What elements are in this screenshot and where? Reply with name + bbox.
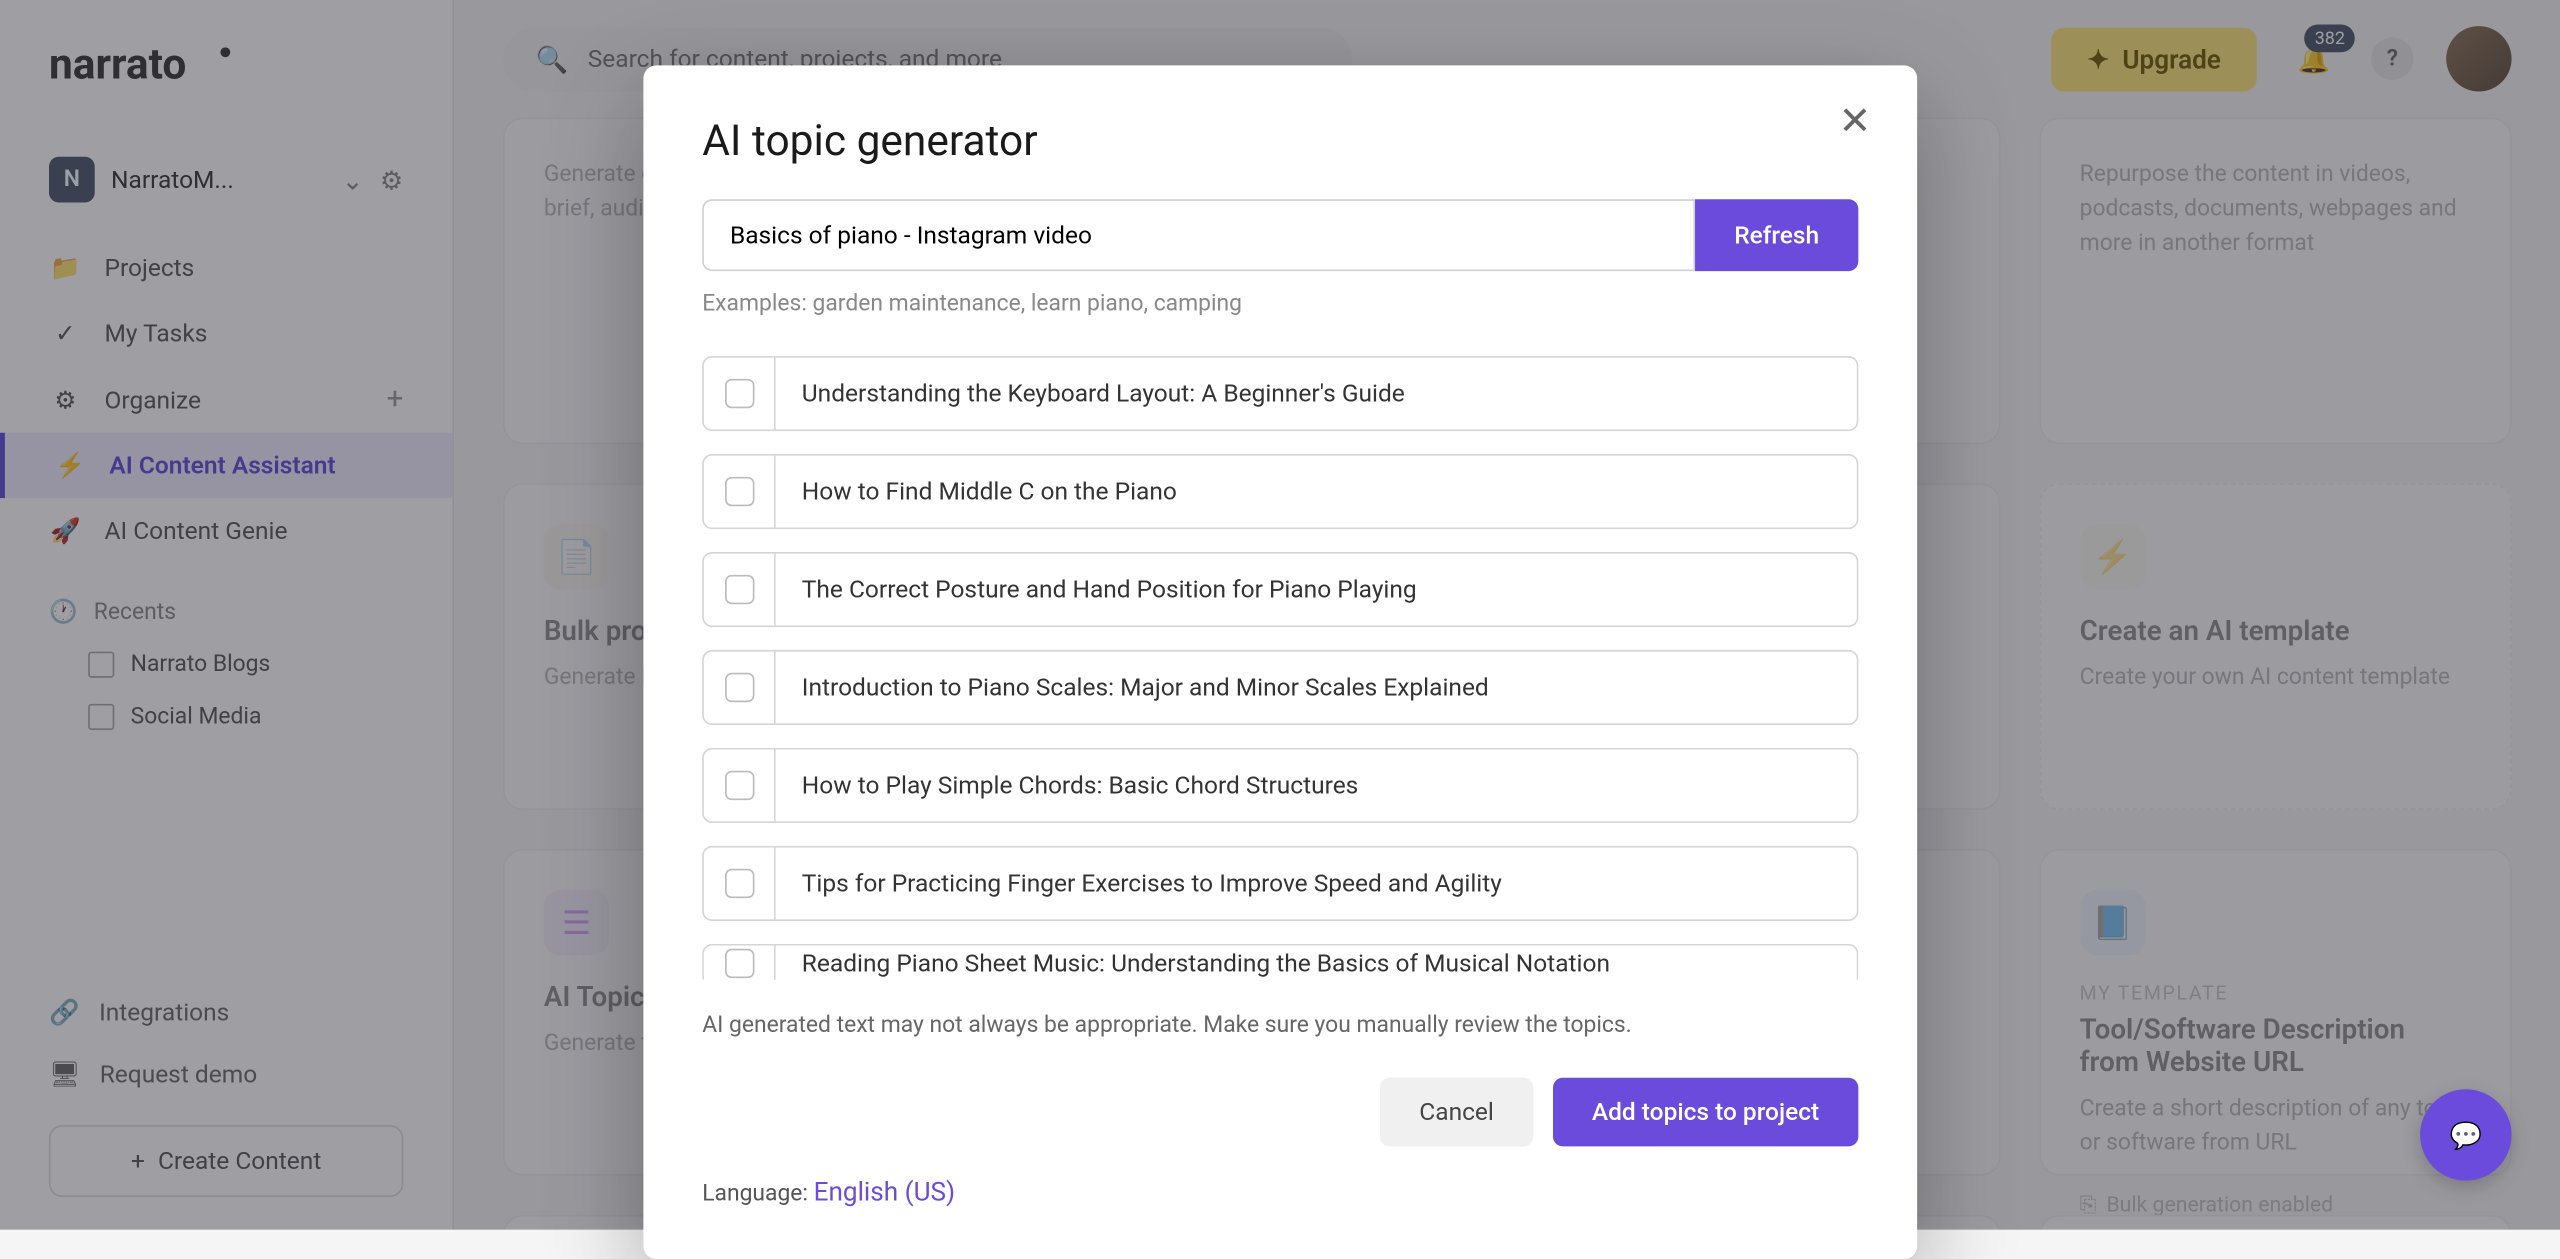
topic-checkbox-wrap	[704, 848, 776, 920]
disclaimer-text: AI generated text may not always be appr…	[702, 1012, 1858, 1038]
language-selector[interactable]: English (US)	[814, 1176, 956, 1207]
topic-text-input[interactable]	[776, 944, 1857, 980]
topic-text-input[interactable]	[776, 359, 1857, 428]
language-label: Language:	[702, 1181, 813, 1207]
topic-checkbox-wrap	[704, 750, 776, 822]
topic-item	[702, 356, 1858, 431]
topic-checkbox[interactable]	[724, 575, 753, 604]
topic-checkbox-wrap	[704, 358, 776, 430]
topic-checkbox-wrap	[704, 652, 776, 724]
topic-checkbox-wrap	[704, 456, 776, 528]
topic-text-input[interactable]	[776, 849, 1857, 918]
topic-item	[702, 552, 1858, 627]
ai-topic-generator-modal: ✕ AI topic generator Refresh Examples: g…	[643, 65, 1917, 1259]
topic-item	[702, 846, 1858, 921]
modal-footer: Cancel Add topics to project	[702, 1078, 1858, 1147]
topic-input[interactable]	[702, 199, 1695, 271]
topic-text-input[interactable]	[776, 653, 1857, 722]
topic-item	[702, 748, 1858, 823]
modal-overlay: ✕ AI topic generator Refresh Examples: g…	[0, 0, 2560, 1230]
topic-checkbox[interactable]	[724, 869, 753, 898]
topic-checkbox-wrap	[704, 944, 776, 980]
topic-checkbox[interactable]	[724, 477, 753, 506]
topic-checkbox-wrap	[704, 554, 776, 626]
topic-text-input[interactable]	[776, 457, 1857, 526]
add-topics-button[interactable]: Add topics to project	[1553, 1078, 1859, 1147]
topic-checkbox[interactable]	[724, 673, 753, 702]
topic-list	[702, 356, 1858, 980]
close-icon: ✕	[1839, 98, 1872, 144]
topic-item	[702, 944, 1858, 980]
chat-fab[interactable]: 💬	[2420, 1089, 2511, 1180]
topic-text-input[interactable]	[776, 751, 1857, 820]
refresh-button[interactable]: Refresh	[1695, 199, 1858, 271]
topic-item	[702, 650, 1858, 725]
topic-checkbox[interactable]	[724, 379, 753, 408]
topic-checkbox[interactable]	[724, 771, 753, 800]
modal-title: AI topic generator	[702, 118, 1858, 167]
examples-text: Examples: garden maintenance, learn pian…	[702, 291, 1858, 317]
topic-checkbox[interactable]	[724, 948, 753, 977]
close-button[interactable]: ✕	[1832, 98, 1878, 144]
topic-text-input[interactable]	[776, 555, 1857, 624]
chat-icon: 💬	[2450, 1119, 2483, 1150]
cancel-button[interactable]: Cancel	[1380, 1078, 1533, 1147]
topic-item	[702, 454, 1858, 529]
